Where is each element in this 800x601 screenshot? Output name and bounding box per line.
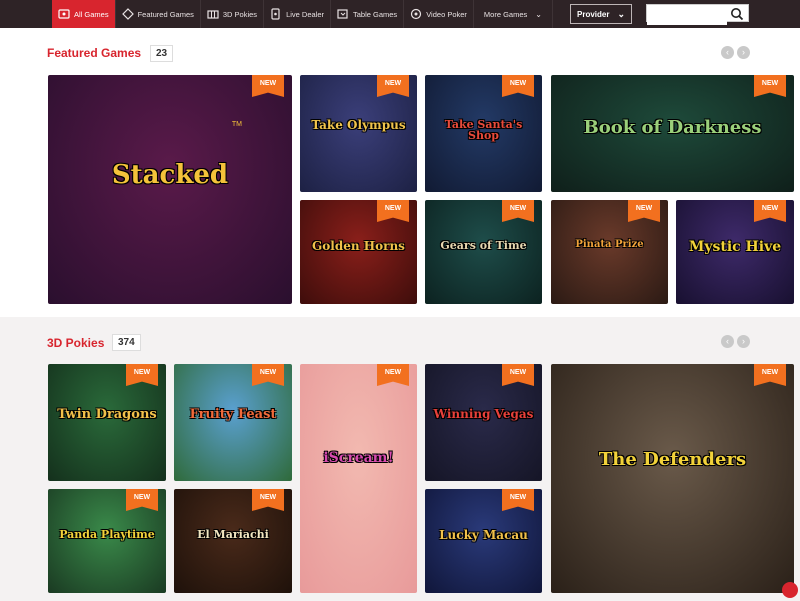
game-tile[interactable]: Golden Horns NEW <box>300 200 417 304</box>
provider-label: Provider <box>577 9 610 19</box>
section-title: 3D Pokies <box>47 336 105 350</box>
nav-video-poker[interactable]: Video Poker <box>404 0 474 28</box>
new-badge: NEW <box>252 75 284 97</box>
game-tile[interactable]: Twin Dragons NEW <box>48 364 166 481</box>
game-title: Book of Darkness <box>583 117 762 139</box>
game-title: Stacked <box>111 160 229 191</box>
game-title: Take Santa's Shop <box>444 118 523 143</box>
new-badge: NEW <box>252 489 284 511</box>
game-title: Mystic Hive <box>688 238 782 255</box>
section-count: 374 <box>112 334 141 351</box>
game-tile[interactable]: Fruity Feast NEW <box>174 364 292 481</box>
chevron-down-icon: ⌄ <box>535 9 542 19</box>
game-tile[interactable]: Gears of Time NEW <box>425 200 542 304</box>
new-badge: NEW <box>377 364 409 386</box>
nav-table-games[interactable]: Table Games <box>331 0 405 28</box>
new-badge: NEW <box>754 364 786 386</box>
game-title: Panda Playtime <box>59 527 155 541</box>
new-badge: NEW <box>252 364 284 386</box>
nav-label: 3D Pokies <box>222 9 258 19</box>
all-games-icon <box>58 8 70 20</box>
new-badge: NEW <box>502 489 534 511</box>
search-input[interactable] <box>647 8 727 25</box>
game-title: Lucky Macau <box>439 527 528 542</box>
provider-dropdown[interactable]: Provider ⌄ <box>570 4 632 24</box>
nav-label: More Games <box>483 9 528 19</box>
table-games-icon <box>337 8 349 20</box>
game-tile[interactable]: Take Santa's Shop NEW <box>425 75 542 192</box>
new-badge: NEW <box>126 489 158 511</box>
live-dealer-icon <box>270 8 282 20</box>
game-title: Golden Horns <box>312 238 405 253</box>
featured-games-icon <box>121 8 134 20</box>
game-tile[interactable]: Pinata Prize NEW <box>551 200 668 304</box>
new-badge: NEW <box>377 200 409 222</box>
carousel-arrows: ‹ › <box>721 335 750 348</box>
next-arrow-icon[interactable]: › <box>737 46 750 59</box>
chevron-down-icon: ⌄ <box>617 8 625 19</box>
nav-featured-games[interactable]: Featured Games <box>116 0 201 28</box>
nav-more-games[interactable]: More Games ⌄ <box>474 0 553 28</box>
game-tile[interactable]: Stacked TM NEW <box>48 75 292 304</box>
section-count: 23 <box>150 45 174 62</box>
game-tile[interactable]: iScream! NEW <box>300 364 417 593</box>
game-title: Pinata Prize <box>575 238 644 250</box>
game-title: Take Olympus <box>311 118 406 133</box>
nav-live-dealer[interactable]: Live Dealer <box>264 0 331 28</box>
nav-label: Video Poker <box>426 9 467 19</box>
new-badge: NEW <box>628 200 660 222</box>
game-title: iScream! <box>323 450 394 467</box>
game-tile[interactable]: Take Olympus NEW <box>300 75 417 192</box>
video-poker-icon <box>410 8 422 20</box>
nav-label: Featured Games <box>137 9 194 19</box>
nav-label: Table Games <box>353 9 398 19</box>
nav-3d-pokies[interactable]: 3D Pokies <box>201 0 265 28</box>
new-badge: NEW <box>377 75 409 97</box>
game-tile[interactable]: The Defenders NEW <box>551 364 794 593</box>
game-tile[interactable]: Book of Darkness NEW <box>551 75 794 192</box>
game-tile[interactable]: Mystic Hive NEW <box>676 200 794 304</box>
nav-all-games[interactable]: All Games <box>52 0 116 28</box>
section-title: Featured Games <box>47 46 142 60</box>
chat-icon[interactable] <box>782 582 798 598</box>
new-badge: NEW <box>126 364 158 386</box>
game-title: Fruity Feast <box>189 407 277 423</box>
game-title: The Defenders <box>598 449 747 471</box>
game-title: Gears of Time <box>440 238 527 252</box>
trademark-label: TM <box>231 120 242 128</box>
new-badge: NEW <box>502 200 534 222</box>
game-tile[interactable]: Lucky Macau NEW <box>425 489 542 593</box>
nav-label: Live Dealer <box>286 9 324 19</box>
game-title: Twin Dragons <box>57 407 157 423</box>
game-tile[interactable]: Winning Vegas NEW <box>425 364 542 481</box>
3d-pokies-icon <box>207 8 219 20</box>
new-badge: NEW <box>502 75 534 97</box>
new-badge: NEW <box>502 364 534 386</box>
game-tile[interactable]: Panda Playtime NEW <box>48 489 166 593</box>
carousel-arrows: ‹ › <box>721 46 750 59</box>
nav-label: All Games <box>74 9 109 19</box>
new-badge: NEW <box>754 200 786 222</box>
prev-arrow-icon[interactable]: ‹ <box>721 335 734 348</box>
search-box <box>646 4 749 25</box>
game-title: El Mariachi <box>197 527 269 541</box>
game-tile[interactable]: El Mariachi NEW <box>174 489 292 593</box>
new-badge: NEW <box>754 75 786 97</box>
search-icon[interactable] <box>730 7 744 21</box>
prev-arrow-icon[interactable]: ‹ <box>721 46 734 59</box>
game-title: Winning Vegas <box>433 407 534 422</box>
next-arrow-icon[interactable]: › <box>737 335 750 348</box>
